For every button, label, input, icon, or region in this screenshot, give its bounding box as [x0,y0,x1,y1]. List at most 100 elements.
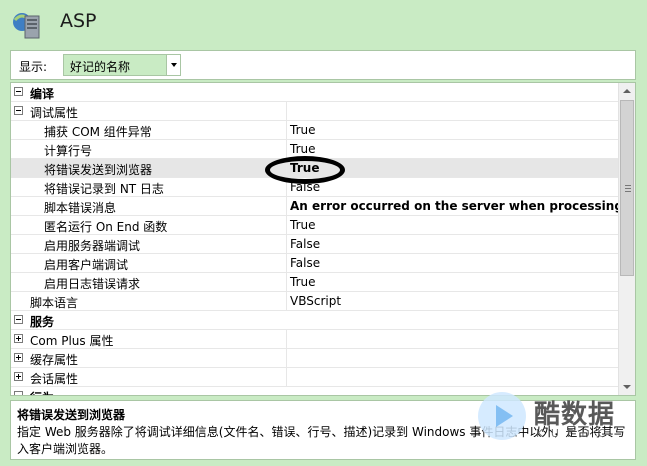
property-name-cell: 调试属性 [11,102,287,121]
property-row[interactable]: 捕获 COM 组件异常 True [11,121,619,140]
property-name-cell: 脚本错误消息 [11,197,287,216]
property-name: Com Plus 属性 [30,334,114,348]
property-value-cell[interactable]: False [288,254,619,273]
property-value: An error occurred on the server when pro… [290,199,619,213]
property-name: 将错误记录到 NT 日志 [44,182,164,196]
property-row[interactable]: 启用日志错误请求 True [11,273,619,292]
property-value: False [290,256,321,270]
property-value: VBScript [290,294,342,308]
property-name-cell: 编译 [11,83,619,102]
property-name: 启用服务器端调试 [44,239,141,253]
property-name-cell: 行为 [11,387,619,395]
property-row[interactable]: 脚本错误消息 An error occurred on the server wh… [11,197,619,216]
property-row[interactable]: 将错误发送到浏览器 True [11,159,619,178]
page-title: ASP [60,10,97,32]
collapse-minus-icon[interactable] [14,106,23,115]
property-value: True [290,218,316,232]
display-label: 显示: [19,60,48,74]
property-name: 服务 [30,315,55,329]
property-row[interactable]: 计算行号 True [11,140,619,159]
property-name-cell: 服务 [11,311,619,330]
property-value-cell[interactable] [288,102,619,121]
property-value: True [290,275,316,289]
property-name: 捕获 COM 组件异常 [44,125,152,139]
property-name-cell: 计算行号 [11,140,287,159]
property-name: 编译 [30,87,55,101]
property-row[interactable]: 脚本语言 VBScript [11,292,619,311]
property-name-cell: 会话属性 [11,368,287,387]
property-grid[interactable]: 编译调试属性捕获 COM 组件异常 True 计算行号 True 将错误发送到浏览器 Tr… [10,82,636,396]
property-name: 匿名运行 On End 函数 [44,220,168,234]
category-row[interactable]: 行为 [11,387,619,395]
property-name-cell: 启用客户端调试 [11,254,287,273]
grip-icon [625,185,631,194]
property-name: 行为 [30,389,54,395]
property-name: 脚本语言 [30,296,79,310]
property-name-cell: Com Plus 属性 [11,330,287,349]
server-icon [13,13,40,39]
property-name-cell: 启用日志错误请求 [11,273,287,292]
property-value-cell[interactable]: True [288,140,619,159]
property-name: 脚本错误消息 [44,201,117,215]
property-value-cell[interactable]: False [288,235,619,254]
scroll-up-arrow-icon[interactable] [619,83,635,99]
property-name: 调试属性 [30,106,79,120]
property-value-cell[interactable]: An error occurred on the server when pro… [288,197,619,216]
property-row[interactable]: Com Plus 属性 [11,330,619,349]
property-value: True [290,123,316,137]
property-value-cell[interactable]: True [288,159,619,178]
property-value-cell[interactable]: VBScript [288,292,619,311]
property-value-cell[interactable]: True [288,273,619,292]
property-name-cell: 捕获 COM 组件异常 [11,121,287,140]
description-text: 指定 Web 服务器除了将调试详细信息(文件名、错误、行号、描述)记录到 Win… [17,425,626,456]
window-header: ASP [0,0,647,48]
collapse-minus-icon[interactable] [14,87,23,96]
category-row[interactable]: 服务 [11,311,619,330]
display-mode-select[interactable]: 好记的名称 [63,54,181,76]
property-name-cell: 脚本语言 [11,292,287,311]
property-list: 编译调试属性捕获 COM 组件异常 True 计算行号 True 将错误发送到浏览器 Tr… [11,83,619,395]
vertical-scrollbar[interactable] [618,83,635,395]
property-name: 将错误发送到浏览器 [44,163,153,177]
expand-plus-icon[interactable] [14,334,23,343]
property-value-cell[interactable] [288,368,619,387]
property-value: True [290,142,316,156]
property-row[interactable]: 启用客户端调试 False [11,254,619,273]
property-row[interactable]: 启用服务器端调试 False [11,235,619,254]
property-row[interactable]: 调试属性 [11,102,619,121]
scrollbar-thumb[interactable] [620,100,634,276]
expand-plus-icon[interactable] [14,353,23,362]
description-title: 将错误发送到浏览器 [17,408,126,422]
property-name: 计算行号 [44,144,93,158]
property-value-cell[interactable] [288,349,619,368]
property-name-cell: 将错误发送到浏览器 [11,159,287,178]
property-row[interactable]: 会话属性 [11,368,619,387]
chevron-down-icon[interactable] [166,55,180,75]
description-panel: 将错误发送到浏览器 指定 Web 服务器除了将调试详细信息(文件名、错误、行号、… [10,400,636,460]
property-name-cell: 缓存属性 [11,349,287,368]
collapse-minus-icon[interactable] [14,315,23,324]
property-value-cell[interactable]: False [288,178,619,197]
property-name: 启用客户端调试 [44,258,129,272]
property-name: 会话属性 [30,372,79,386]
property-row[interactable]: 缓存属性 [11,349,619,368]
scroll-down-arrow-icon[interactable] [619,379,635,395]
collapse-minus-icon[interactable] [14,391,23,395]
property-name: 启用日志错误请求 [44,277,141,291]
property-name-cell: 启用服务器端调试 [11,235,287,254]
property-name: 缓存属性 [30,353,79,367]
property-value: True [290,161,320,175]
property-value-cell[interactable]: True [288,216,619,235]
property-value-cell[interactable]: True [288,121,619,140]
expand-plus-icon[interactable] [14,372,23,381]
display-mode-value: 好记的名称 [70,60,131,74]
property-row[interactable]: 将错误记录到 NT 日志 False [11,178,619,197]
property-name-cell: 将错误记录到 NT 日志 [11,178,287,197]
category-row[interactable]: 编译 [11,83,619,102]
property-value: False [290,180,321,194]
property-row[interactable]: 匿名运行 On End 函数 True [11,216,619,235]
property-value-cell[interactable] [288,330,619,349]
property-name-cell: 匿名运行 On End 函数 [11,216,287,235]
display-toolbar: 显示: 好记的名称 [10,50,636,80]
property-value: False [290,237,321,251]
